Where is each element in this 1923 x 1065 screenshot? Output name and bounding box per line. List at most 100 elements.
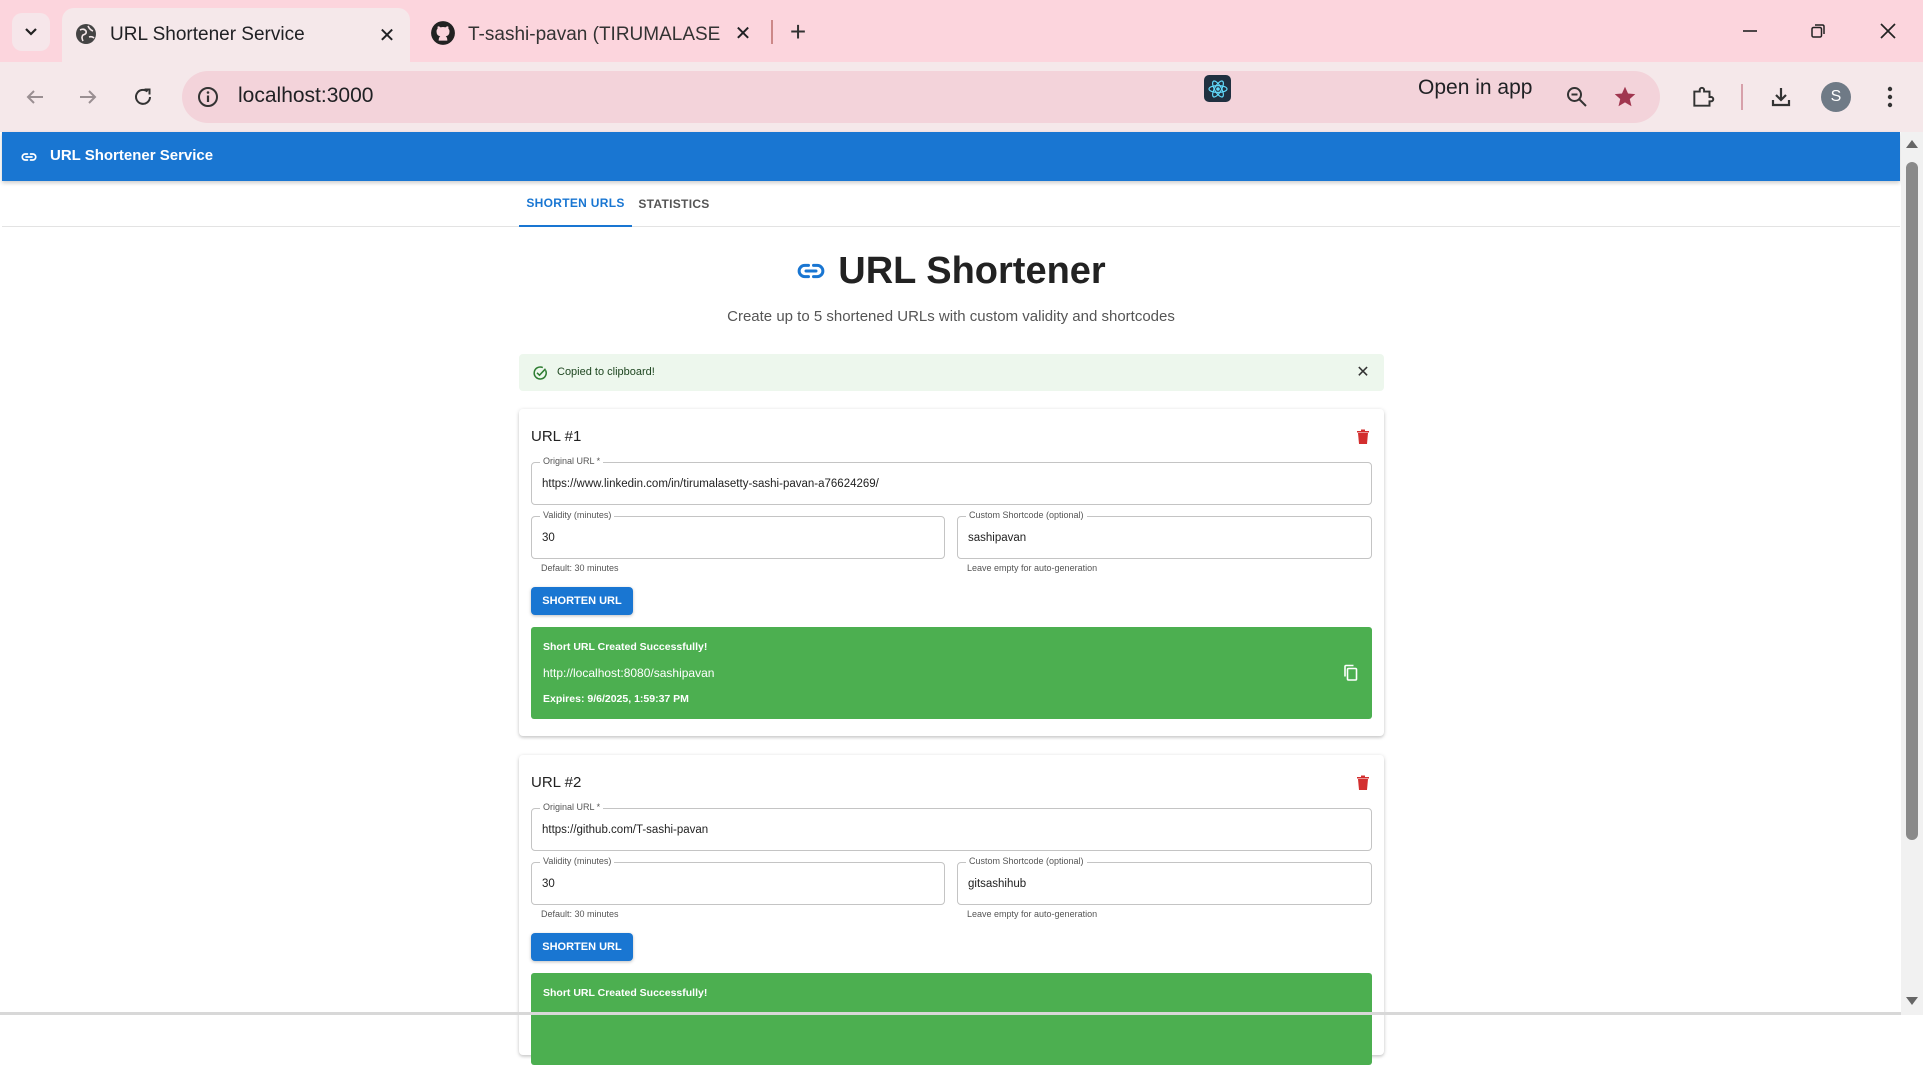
- back-button[interactable]: [15, 77, 55, 117]
- field-label: Custom Shortcode (optional): [966, 856, 1087, 866]
- close-alert-icon[interactable]: ✕: [1355, 364, 1371, 381]
- url-card: URL #2 Original URL * https://github.com…: [519, 755, 1384, 1065]
- react-app-icon: [1204, 75, 1231, 102]
- original-url-field[interactable]: Original URL * https://www.linkedin.com/…: [531, 456, 1372, 505]
- arrow-right-icon: [80, 90, 97, 104]
- shortcode-helper-text: Leave empty for auto-generation: [967, 563, 1098, 573]
- copy-icon[interactable]: [1341, 663, 1361, 683]
- zoom-button[interactable]: [1557, 77, 1597, 117]
- shorten-url-button[interactable]: SHORTEN URL: [531, 587, 633, 615]
- browser-menu-button[interactable]: [1870, 77, 1910, 117]
- result-box: Short URL Created Successfully! http://l…: [531, 627, 1372, 719]
- shortcode-input[interactable]: gitsashihub: [968, 878, 1026, 890]
- new-tab-button[interactable]: +: [783, 16, 813, 47]
- check-circle-icon: [533, 366, 547, 380]
- short-url[interactable]: http://localhost:8080/sashipavan: [543, 666, 714, 680]
- tab-shorten-urls[interactable]: SHORTEN URLS: [519, 181, 632, 227]
- star-icon: [1614, 86, 1636, 107]
- extensions-button[interactable]: [1683, 77, 1723, 117]
- expires-value: 9/6/2025, 1:59:37 PM: [587, 693, 689, 705]
- result-title: Short URL Created Successfully!: [543, 641, 708, 653]
- link-icon: [797, 263, 825, 279]
- result-title: Short URL Created Successfully!: [543, 987, 708, 999]
- puzzle-icon: [1693, 86, 1715, 107]
- app-tabs: SHORTEN URLS STATISTICS: [2, 181, 1900, 227]
- trash-icon[interactable]: [1353, 427, 1373, 447]
- tab-separator: [771, 20, 773, 44]
- browser-tab-inactive[interactable]: T-sashi-pavan (TIRUMALASETTY ✕: [422, 8, 772, 58]
- app-bar-title: URL Shortener Service: [50, 147, 214, 164]
- close-tab-icon[interactable]: ✕: [732, 22, 754, 45]
- profile-button[interactable]: S: [1816, 77, 1856, 117]
- field-label: Validity (minutes): [540, 856, 615, 866]
- link-icon: [21, 153, 37, 161]
- validity-field[interactable]: Validity (minutes) 30: [531, 856, 945, 905]
- vertical-scrollbar[interactable]: [1901, 132, 1923, 1015]
- tab-list-button[interactable]: [12, 13, 50, 51]
- minimize-button[interactable]: [1728, 12, 1772, 50]
- validity-helper-text: Default: 30 minutes: [541, 909, 619, 919]
- github-icon: [431, 21, 455, 45]
- bookmark-button[interactable]: [1605, 77, 1645, 117]
- scroll-up-icon[interactable]: [1906, 140, 1918, 148]
- url-card: URL #1 Original URL * https://www.linked…: [519, 409, 1384, 736]
- shortcode-input[interactable]: sashipavan: [968, 532, 1026, 544]
- chevron-down-icon: [25, 28, 37, 36]
- field-label: Original URL *: [540, 802, 604, 812]
- shortcode-field[interactable]: Custom Shortcode (optional) gitsashihub: [957, 856, 1372, 905]
- page-title: URL Shortener: [838, 249, 1106, 292]
- shortcode-field[interactable]: Custom Shortcode (optional) sashipavan: [957, 510, 1372, 559]
- browser-tab-active[interactable]: URL Shortener Service ✕: [62, 8, 410, 62]
- globe-icon: [76, 24, 96, 44]
- expires-label: Expires:: [543, 693, 585, 705]
- avatar: S: [1821, 82, 1851, 112]
- original-url-field[interactable]: Original URL * https://github.com/T-sash…: [531, 802, 1372, 851]
- field-label: Original URL *: [540, 456, 604, 466]
- validity-field[interactable]: Validity (minutes) 30: [531, 510, 945, 559]
- tab-title: T-sashi-pavan (TIRUMALASETTY: [468, 24, 720, 45]
- page-subtitle: Create up to 5 shortened URLs with custo…: [727, 308, 1175, 325]
- original-url-input[interactable]: https://www.linkedin.com/in/tirumalasett…: [542, 478, 879, 490]
- tab-statistics[interactable]: STATISTICS: [632, 181, 716, 227]
- field-label: Custom Shortcode (optional): [966, 510, 1087, 520]
- restore-button[interactable]: [1796, 12, 1840, 50]
- browser-toolbar: localhost:3000 Open in app S: [0, 62, 1923, 132]
- close-icon: [1880, 23, 1896, 39]
- reload-icon: [135, 88, 151, 105]
- browser-tab-bar: URL Shortener Service ✕ T-sashi-pavan (T…: [0, 0, 1923, 62]
- shortcode-helper-text: Leave empty for auto-generation: [967, 909, 1098, 919]
- reload-button[interactable]: [123, 77, 163, 117]
- open-in-app-label: Open in app: [1418, 76, 1533, 99]
- close-tab-icon[interactable]: ✕: [376, 24, 398, 47]
- validity-input[interactable]: 30: [542, 878, 555, 890]
- restore-icon: [1811, 24, 1825, 38]
- tab-title: URL Shortener Service: [110, 24, 305, 45]
- zoom-out-icon: [1567, 87, 1587, 107]
- field-label: Validity (minutes): [540, 510, 615, 520]
- downloads-button[interactable]: [1761, 77, 1801, 117]
- page-heading: URL Shortener: [519, 246, 1383, 296]
- url-text[interactable]: localhost:3000: [238, 84, 373, 108]
- scrollbar-thumb[interactable]: [1906, 162, 1918, 840]
- validity-helper-text: Default: 30 minutes: [541, 563, 619, 573]
- original-url-input[interactable]: https://github.com/T-sashi-pavan: [542, 824, 708, 836]
- scroll-down-icon[interactable]: [1906, 997, 1918, 1005]
- toolbar-divider: [1741, 84, 1743, 110]
- close-window-button[interactable]: [1866, 12, 1910, 50]
- result-box: Short URL Created Successfully!: [531, 973, 1372, 1065]
- arrow-left-icon: [26, 90, 43, 104]
- download-icon: [1771, 88, 1791, 107]
- alert-message: Copied to clipboard!: [557, 366, 655, 378]
- minimize-icon: [1743, 30, 1757, 32]
- open-in-app-button[interactable]: Open in app: [1376, 70, 1540, 106]
- trash-icon[interactable]: [1353, 773, 1373, 793]
- validity-input[interactable]: 30: [542, 532, 555, 544]
- info-icon[interactable]: [196, 85, 220, 109]
- expires-text: Expires: 9/6/2025, 1:59:37 PM: [543, 693, 689, 705]
- card-title: URL #2: [531, 774, 582, 791]
- success-alert: Copied to clipboard! ✕: [519, 354, 1384, 391]
- forward-button[interactable]: [68, 77, 108, 117]
- shorten-url-button[interactable]: SHORTEN URL: [531, 933, 633, 961]
- card-title: URL #1: [531, 428, 582, 445]
- more-vert-icon: [1887, 86, 1893, 108]
